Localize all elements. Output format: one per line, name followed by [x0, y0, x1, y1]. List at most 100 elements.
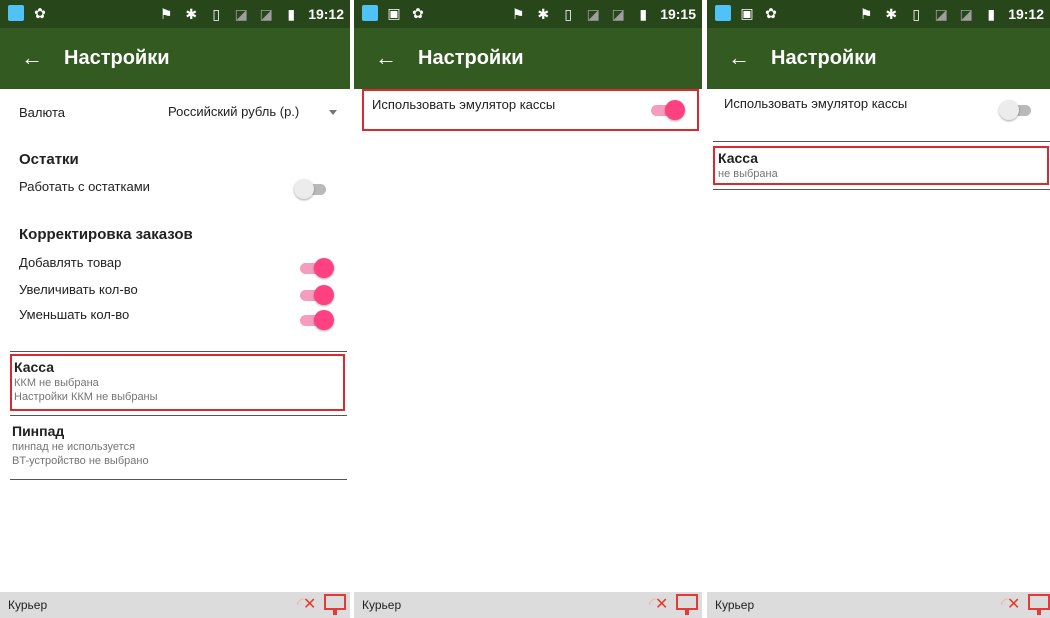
clock: 19:12 — [1008, 6, 1044, 22]
decrease-qty-toggle[interactable] — [298, 309, 334, 331]
vibrate-icon: ▯ — [212, 6, 221, 22]
orders-section-title: Корректировка заказов — [19, 226, 193, 243]
wifi-off-icon[interactable]: ◠ ✕ — [648, 595, 672, 615]
emulator-row: Использовать эмулятор кассы — [362, 89, 699, 131]
battery-icon: ▮ — [987, 6, 996, 22]
bluetooth-icon: ✱ — [885, 6, 898, 22]
bluetooth-icon: ✱ — [185, 6, 198, 22]
add-item-toggle[interactable] — [298, 257, 334, 279]
add-item-label: Добавлять товар — [19, 255, 122, 270]
no-signal-icon: ◪ — [934, 6, 948, 22]
back-arrow-icon[interactable]: ← — [374, 46, 398, 70]
bluetooth-icon: ✱ — [537, 6, 550, 22]
no-signal-icon: ◪ — [959, 6, 973, 22]
android-icon: ✿ — [34, 5, 46, 21]
divider — [10, 351, 347, 352]
emulator-toggle[interactable] — [649, 99, 685, 121]
no-signal-icon: ◪ — [234, 6, 248, 22]
stock-label: Работать с остатками — [19, 179, 150, 194]
clock: 19:15 — [660, 6, 696, 22]
courier-label: Курьер — [8, 598, 48, 612]
no-signal-icon: ◪ — [259, 6, 273, 22]
currency-dropdown[interactable]: Российский рубль (р.) — [168, 98, 343, 124]
weather-app-icon — [362, 5, 378, 21]
divider — [713, 189, 1050, 190]
settings-screen-main: ✿ ⚑ ✱ ▯ ◪ ◪ ▮ 19:12 ← Настройки Валюта Р… — [0, 0, 350, 618]
courier-label: Курьер — [715, 598, 755, 612]
emulator-row: Использовать эмулятор кассы — [707, 89, 1050, 131]
dropdown-arrow-icon — [329, 110, 337, 115]
battery-icon: ▮ — [287, 6, 296, 22]
pinpad-bt-status: BT-устройство не выбрано — [12, 455, 149, 467]
monitor-icon[interactable] — [324, 594, 346, 616]
monitor-icon[interactable] — [1028, 594, 1050, 616]
currency-value: Российский рубль (р.) — [168, 104, 300, 119]
decrease-qty-row: Уменьшать кол-во — [0, 307, 350, 331]
app-bar: ← Настройки — [0, 28, 350, 89]
back-arrow-icon[interactable]: ← — [20, 46, 44, 70]
no-signal-icon: ◪ — [611, 6, 625, 22]
divider — [10, 479, 347, 480]
android-icon: ✿ — [412, 5, 424, 21]
battery-icon: ▮ — [639, 6, 648, 22]
kassa-preference[interactable]: Касса не выбрана — [713, 146, 1049, 185]
vibrate-icon: ▯ — [912, 6, 921, 22]
add-item-row: Добавлять товар — [0, 255, 350, 279]
kassa-settings-status: Настройки ККМ не выбраны — [14, 391, 158, 403]
kassa-title: Касса — [14, 359, 55, 375]
emulator-label: Использовать эмулятор кассы — [724, 96, 908, 111]
kassa-preference[interactable]: Касса ККМ не выбрана Настройки ККМ не вы… — [10, 354, 345, 411]
app-bar: ← Настройки — [354, 28, 702, 89]
courier-label: Курьер — [362, 598, 402, 612]
emulator-label: Использовать эмулятор кассы — [372, 97, 556, 112]
status-bar: ▣ ✿ ⚑ ✱ ▯ ◪ ◪ ▮ 19:15 — [354, 0, 702, 28]
divider — [10, 415, 347, 416]
image-icon: ▣ — [387, 5, 401, 21]
settings-list: Использовать эмулятор кассы — [354, 89, 702, 592]
android-icon: ✿ — [765, 5, 777, 21]
pinpad-preference[interactable]: Пинпад пинпад не используется BT-устройс… — [12, 423, 342, 475]
location-icon: ⚑ — [511, 6, 525, 22]
bottom-bar: Курьер ◠ ✕ — [0, 592, 350, 618]
increase-qty-row: Увеличивать кол-во — [0, 282, 350, 306]
bottom-bar: Курьер ◠ ✕ — [707, 592, 1050, 618]
bottom-bar: Курьер ◠ ✕ — [354, 592, 702, 618]
stock-row: Работать с остатками — [0, 179, 350, 201]
increase-qty-label: Увеличивать кол-во — [19, 282, 138, 297]
emulator-toggle[interactable] — [999, 99, 1035, 121]
status-bar: ▣ ✿ ⚑ ✱ ▯ ◪ ◪ ▮ 19:12 — [707, 0, 1050, 28]
back-arrow-icon[interactable]: ← — [727, 46, 751, 70]
status-bar: ✿ ⚑ ✱ ▯ ◪ ◪ ▮ 19:12 — [0, 0, 350, 28]
kassa-title: Касса — [718, 150, 759, 166]
location-icon: ⚑ — [859, 6, 873, 22]
increase-qty-toggle[interactable] — [298, 284, 334, 306]
settings-screen-emulator-on: ▣ ✿ ⚑ ✱ ▯ ◪ ◪ ▮ 19:15 ← Настройки Исполь… — [354, 0, 702, 618]
stock-toggle[interactable] — [294, 178, 330, 200]
weather-app-icon — [8, 5, 24, 21]
divider — [713, 141, 1050, 142]
image-icon: ▣ — [740, 5, 754, 21]
settings-list: Использовать эмулятор кассы Касса не выб… — [707, 89, 1050, 592]
currency-label: Валюта — [19, 105, 65, 120]
wifi-off-icon[interactable]: ◠ ✕ — [1000, 595, 1024, 615]
monitor-icon[interactable] — [676, 594, 698, 616]
kassa-kkm-status: ККМ не выбрана — [14, 377, 99, 389]
decrease-qty-label: Уменьшать кол-во — [19, 307, 130, 322]
settings-list: Валюта Российский рубль (р.) Остатки Раб… — [0, 89, 350, 592]
app-bar: ← Настройки — [707, 28, 1050, 89]
no-signal-icon: ◪ — [586, 6, 600, 22]
page-title: Настройки — [64, 47, 170, 69]
currency-row: Валюта Российский рубль (р.) — [0, 98, 350, 124]
wifi-off-icon[interactable]: ◠ ✕ — [296, 595, 320, 615]
clock: 19:12 — [308, 6, 344, 22]
kassa-status: не выбрана — [718, 168, 778, 180]
page-title: Настройки — [418, 47, 524, 69]
stock-section-title: Остатки — [19, 151, 79, 168]
pinpad-status: пинпад не используется — [12, 441, 136, 453]
pinpad-title: Пинпад — [12, 423, 65, 439]
page-title: Настройки — [771, 47, 877, 69]
settings-screen-emulator-off: ▣ ✿ ⚑ ✱ ▯ ◪ ◪ ▮ 19:12 ← Настройки Исполь… — [707, 0, 1050, 618]
location-icon: ⚑ — [159, 6, 173, 22]
vibrate-icon: ▯ — [564, 6, 573, 22]
weather-app-icon — [715, 5, 731, 21]
